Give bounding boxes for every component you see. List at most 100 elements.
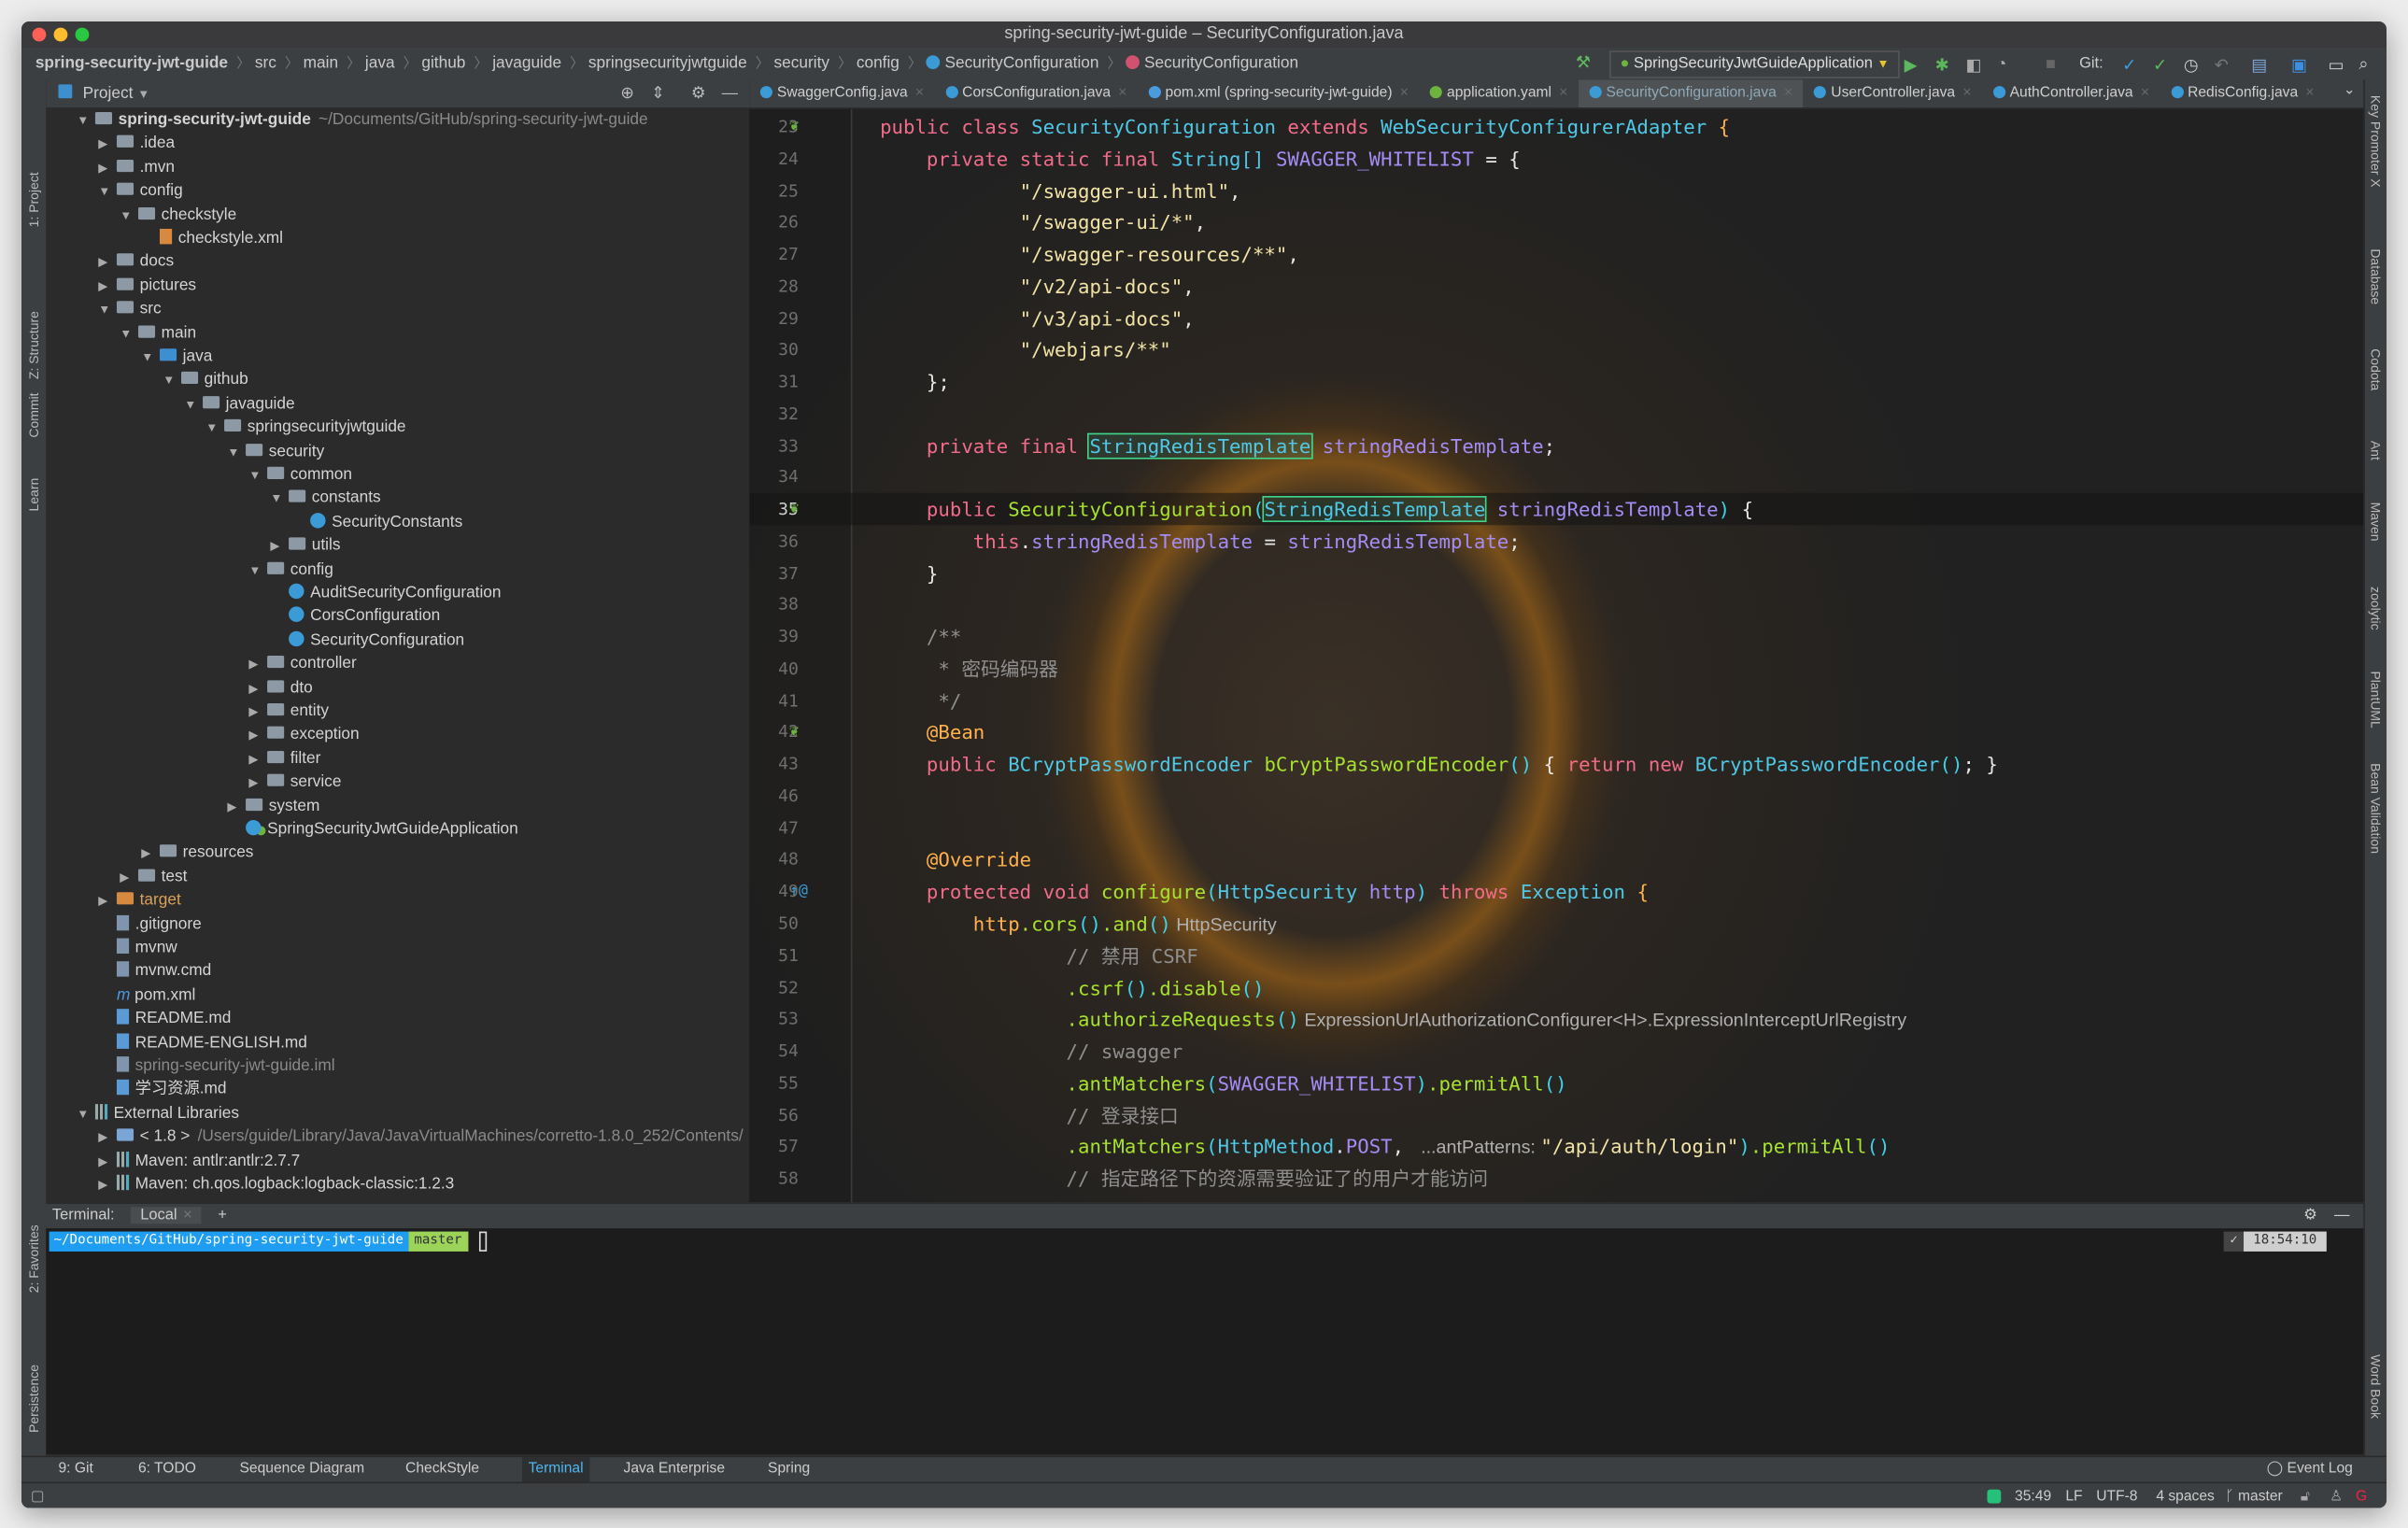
tool-strip-ant[interactable]: Ant bbox=[2368, 441, 2383, 460]
spring-bean-gutter-icon[interactable]: ❦ bbox=[789, 110, 799, 143]
breadcrumb-item[interactable]: java bbox=[361, 48, 400, 80]
tree-item[interactable]: ▼ constants bbox=[270, 488, 380, 511]
code-line[interactable]: 27 "/swagger-resources/**", bbox=[749, 238, 2363, 271]
tool-strip-zoolytic[interactable]: zoolytic bbox=[2368, 587, 2383, 630]
expanded-arrow-icon[interactable]: ▼ bbox=[141, 346, 160, 369]
code-line[interactable]: 56 // 登录接口 bbox=[749, 1098, 2363, 1131]
git-branch-widget[interactable]: ᚴ master bbox=[2225, 1483, 2282, 1507]
tree-item[interactable]: .gitignore bbox=[98, 913, 202, 937]
event-log-button[interactable]: ◯ Event Log bbox=[2267, 1457, 2353, 1481]
expanded-arrow-icon[interactable]: ▼ bbox=[77, 1102, 95, 1125]
tree-item[interactable]: ▼ main bbox=[120, 322, 196, 346]
show-all-tabs-icon[interactable]: ⌄ bbox=[2344, 81, 2355, 98]
tree-item[interactable]: ▶ pictures bbox=[98, 275, 196, 298]
tree-item[interactable]: ▶ utils bbox=[270, 534, 340, 558]
tool-strip-commit[interactable]: Commit bbox=[26, 392, 41, 437]
code-line[interactable]: 57 .antMatchers(HttpMethod.POST, ...antP… bbox=[749, 1131, 2363, 1164]
tree-item[interactable]: SecurityConfiguration bbox=[270, 630, 464, 653]
expanded-arrow-icon[interactable]: ▼ bbox=[270, 488, 289, 511]
tool-strip-word-book[interactable]: Word Book bbox=[2368, 1354, 2383, 1419]
toggle-tool-windows-icon[interactable]: ▢ bbox=[31, 1483, 45, 1507]
tree-item[interactable]: ▼ common bbox=[248, 464, 352, 488]
git-update-icon[interactable]: ✓ bbox=[2122, 55, 2136, 76]
expanded-arrow-icon[interactable]: ▼ bbox=[120, 204, 138, 227]
tree-item[interactable]: ▼ security bbox=[227, 440, 324, 463]
new-terminal-button[interactable]: + bbox=[218, 1207, 227, 1224]
tree-item[interactable]: ▶ .mvn bbox=[98, 156, 175, 179]
inspector-icon[interactable]: ♙ bbox=[2330, 1483, 2343, 1507]
code-line[interactable]: 39 /** bbox=[749, 620, 2363, 653]
code-line[interactable]: 53 .authorizeRequests() ExpressionUrlAut… bbox=[749, 1003, 2363, 1036]
collapsed-arrow-icon[interactable]: ▶ bbox=[227, 795, 246, 818]
code-line[interactable]: 31 }; bbox=[749, 365, 2363, 398]
collapsed-arrow-icon[interactable]: ▶ bbox=[248, 653, 267, 676]
tree-item[interactable]: ▼ config bbox=[248, 559, 333, 582]
editor-tab[interactable]: AuthController.java × bbox=[1982, 79, 2160, 107]
tool-strip-persistence[interactable]: Persistence bbox=[26, 1364, 41, 1432]
code-line[interactable]: 30 "/webjars/**" bbox=[749, 333, 2363, 366]
code-line[interactable]: 55 .antMatchers(SWAGGER_WHITELIST).permi… bbox=[749, 1067, 2363, 1099]
collapsed-arrow-icon[interactable]: ▶ bbox=[248, 700, 267, 724]
tool-strip-key-promoter-x[interactable]: Key Promoter X bbox=[2368, 95, 2383, 188]
tool-window-spring[interactable]: Spring bbox=[768, 1457, 810, 1481]
hide-icon[interactable]: — bbox=[722, 79, 738, 107]
code-editor[interactable]: 23 ❦ public class SecurityConfiguration ex… bbox=[749, 108, 2364, 1203]
hide-icon[interactable]: — bbox=[2334, 1204, 2349, 1228]
code-line[interactable]: 37 } bbox=[749, 557, 2363, 589]
tool-strip--project[interactable]: 1: Project bbox=[26, 172, 41, 227]
expanded-arrow-icon[interactable]: ▼ bbox=[120, 322, 138, 346]
editor-tab[interactable]: pom.xml (spring-security-jwt-guide) × bbox=[1138, 79, 1419, 107]
close-tab-icon[interactable]: × bbox=[915, 84, 924, 101]
breadcrumb-item[interactable]: main bbox=[299, 48, 343, 80]
code-line[interactable]: 29 "/v3/api-docs", bbox=[749, 302, 2363, 334]
tree-item[interactable]: ▶ service bbox=[248, 771, 341, 795]
tool-window-java-enterprise[interactable]: Java Enterprise bbox=[624, 1457, 726, 1481]
close-tab-icon[interactable]: × bbox=[1559, 84, 1567, 101]
collapsed-arrow-icon[interactable]: ▶ bbox=[248, 771, 267, 795]
tree-item[interactable]: ▼ config bbox=[98, 180, 182, 204]
tree-item[interactable]: README-ENGLISH.md bbox=[98, 1031, 307, 1054]
locate-icon[interactable]: ⊕ bbox=[620, 79, 633, 107]
expanded-arrow-icon[interactable]: ▼ bbox=[163, 369, 181, 392]
tool-strip-bean-validation[interactable]: Bean Validation bbox=[2368, 763, 2383, 854]
indent-setting[interactable]: 4 spaces bbox=[2156, 1483, 2215, 1507]
gear-icon[interactable]: ⚙ bbox=[2303, 1204, 2317, 1228]
translate-icon[interactable]: ▣ bbox=[2291, 55, 2307, 76]
code-line[interactable]: 34 bbox=[749, 461, 2363, 494]
code-line[interactable]: 48 @Override bbox=[749, 843, 2363, 876]
tree-item[interactable]: AuditSecurityConfiguration bbox=[270, 582, 502, 605]
code-line[interactable]: 41 */ bbox=[749, 685, 2363, 717]
tree-item[interactable]: ▼ github bbox=[163, 369, 248, 392]
breadcrumb-item[interactable]: springsecurityjwtguide bbox=[584, 48, 752, 80]
tree-item[interactable]: SecurityConstants bbox=[291, 511, 462, 534]
tree-item[interactable]: mvnw.cmd bbox=[98, 960, 211, 983]
git-commit-icon[interactable]: ✓ bbox=[2153, 55, 2167, 76]
code-line[interactable]: 47 bbox=[749, 812, 2363, 844]
tree-item[interactable]: ▶ system bbox=[227, 795, 319, 818]
collapsed-arrow-icon[interactable]: ▶ bbox=[98, 251, 117, 275]
minimize-window-button[interactable] bbox=[53, 27, 68, 42]
search-icon[interactable]: ⌕ bbox=[2358, 55, 2368, 75]
code-line[interactable]: 35 ❦ public SecurityConfiguration(StringR… bbox=[749, 492, 2364, 526]
tree-item[interactable]: SpringSecurityJwtGuideApplication bbox=[227, 818, 518, 842]
debug-icon[interactable]: ✱ bbox=[1935, 55, 1949, 76]
expanded-arrow-icon[interactable]: ▼ bbox=[227, 440, 246, 463]
tree-item[interactable]: ▶ dto bbox=[248, 676, 312, 700]
editor-tab[interactable]: application.yaml × bbox=[1419, 79, 1578, 107]
git-history-icon[interactable]: ◷ bbox=[2184, 55, 2199, 76]
code-line[interactable]: 24 private static final String[] SWAGGER… bbox=[749, 142, 2363, 175]
gear-icon[interactable]: ⚙ bbox=[691, 79, 705, 107]
code-line[interactable]: 26 "/swagger-ui/*", bbox=[749, 206, 2363, 239]
tree-item[interactable]: ▶ test bbox=[120, 866, 187, 889]
tree-item[interactable]: ▼ src bbox=[98, 298, 161, 321]
code-line[interactable]: 51 // 禁用 CSRF bbox=[749, 940, 2363, 972]
close-icon[interactable]: × bbox=[183, 1207, 192, 1224]
coverage-icon[interactable]: ◧ bbox=[1965, 55, 1981, 76]
tree-item[interactable]: ▼ spring-security-jwt-guide ~/Documents/Gi… bbox=[77, 109, 647, 133]
tree-item[interactable]: ▶ exception bbox=[248, 724, 359, 747]
tool-strip-codota[interactable]: Codota bbox=[2368, 348, 2383, 390]
tool-window-terminal[interactable]: Terminal bbox=[521, 1457, 590, 1482]
tree-item[interactable]: ▶ Maven: antlr:antlr:2.7.7 bbox=[98, 1150, 300, 1173]
collapsed-arrow-icon[interactable]: ▶ bbox=[98, 889, 117, 913]
close-tab-icon[interactable]: × bbox=[1400, 84, 1409, 101]
